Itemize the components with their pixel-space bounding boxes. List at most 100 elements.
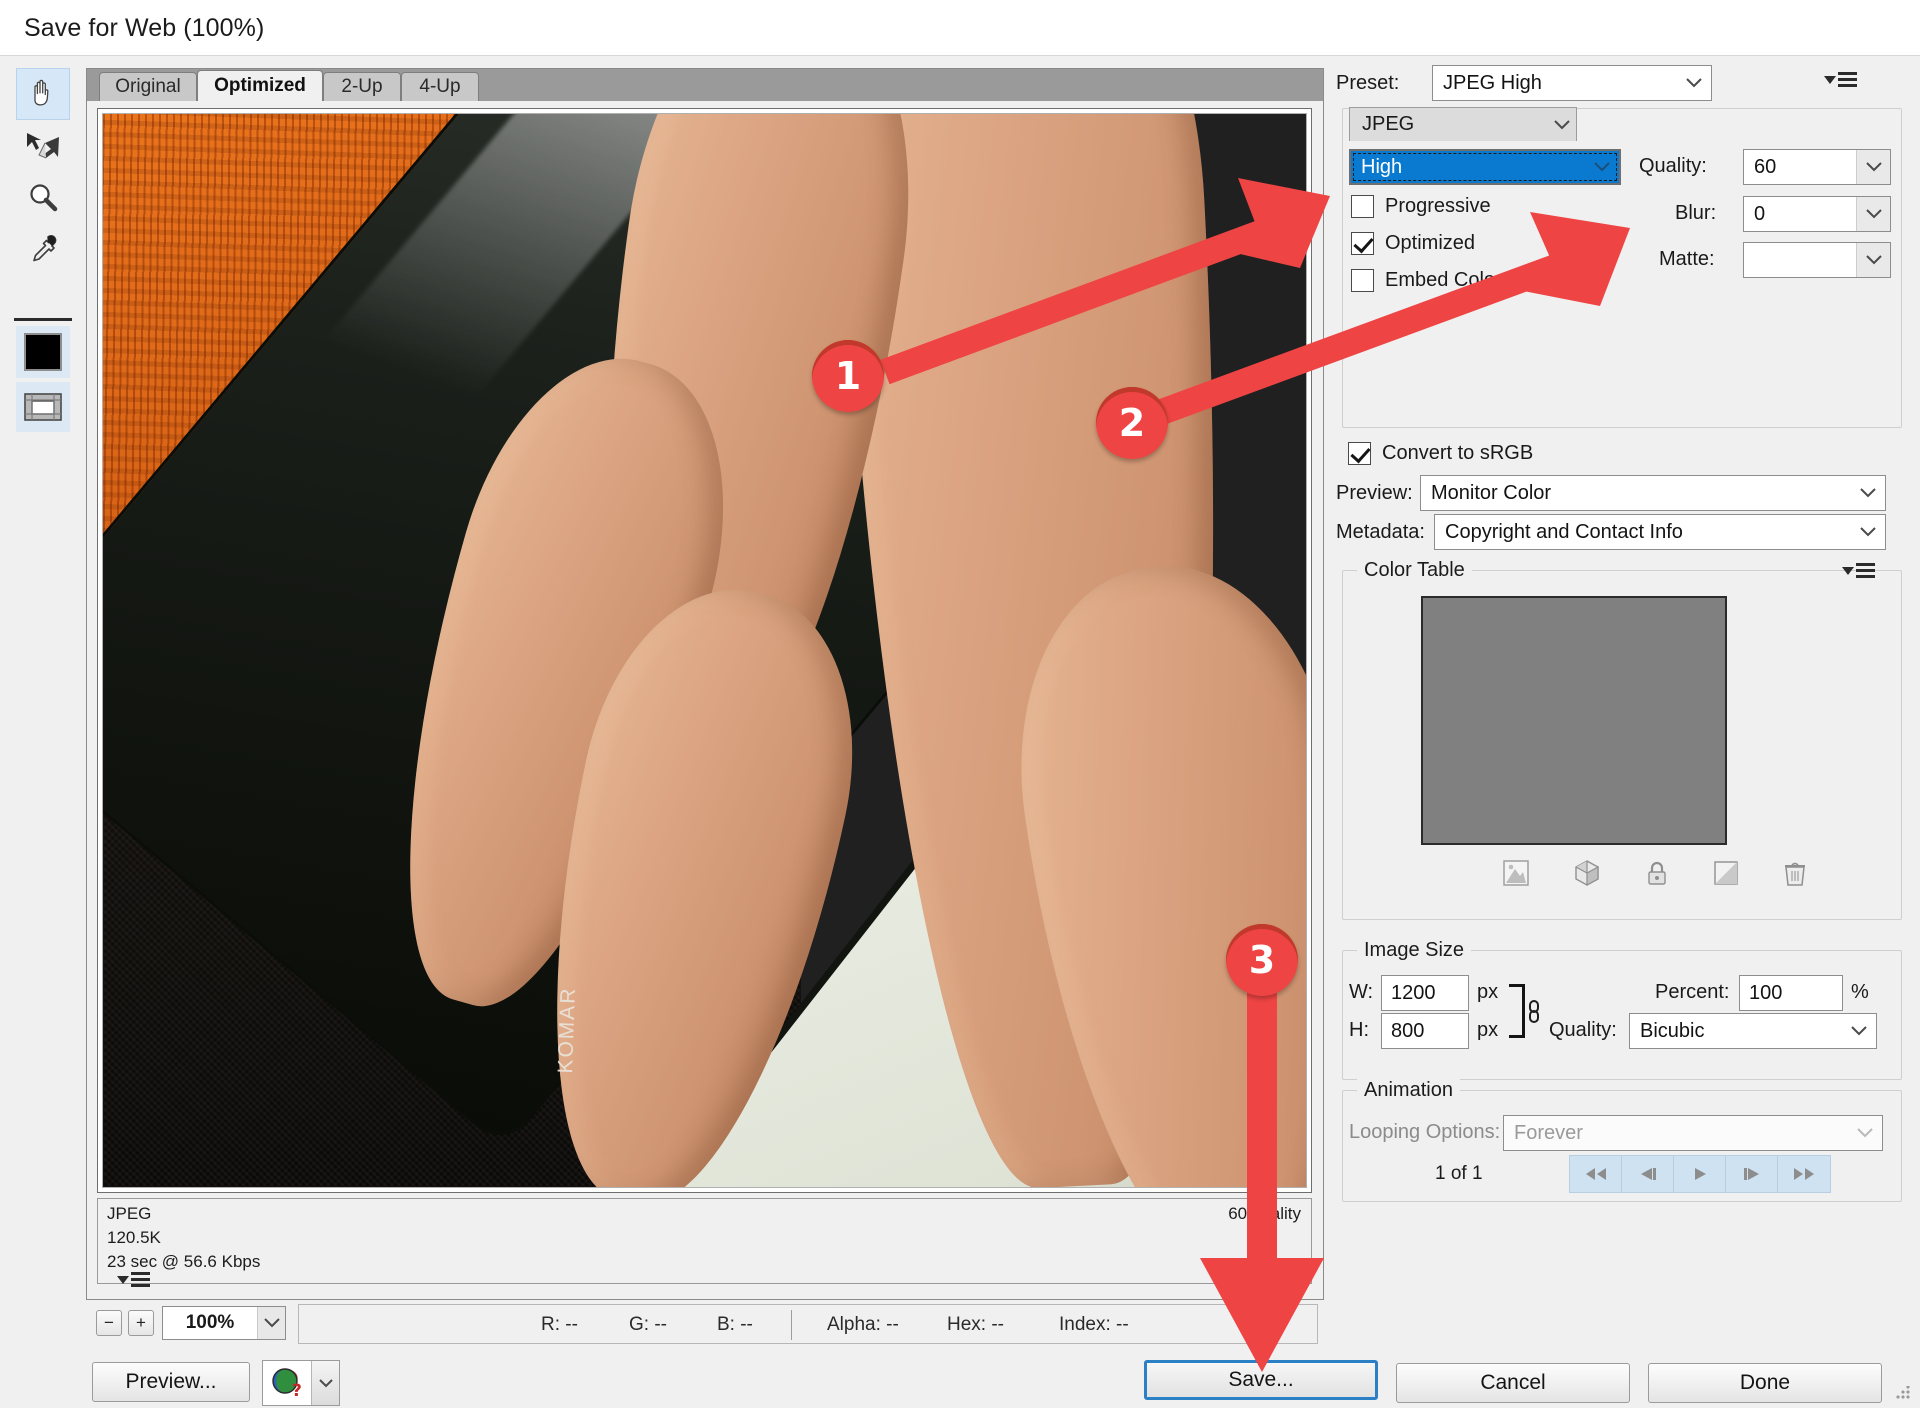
next-frame-icon[interactable] [1726,1156,1778,1192]
progressive-checkbox[interactable] [1351,195,1374,218]
link-chain-icon[interactable] [1525,999,1543,1030]
blur-value: 0 [1754,197,1856,231]
hand-tool[interactable] [16,68,70,120]
eyedropper-tool[interactable] [16,224,70,276]
blur-label: Blur: [1675,202,1716,225]
save-button[interactable]: Save... [1144,1360,1378,1400]
looping-options-label: Looping Options: [1349,1121,1500,1144]
slice-select-icon [23,129,63,163]
height-input[interactable]: 800 [1381,1013,1469,1049]
preset-value: JPEG High [1443,66,1677,100]
convert-srgb-checkbox[interactable] [1348,442,1371,465]
toggle-slices-button[interactable] [16,382,70,432]
matte-select[interactable] [1743,242,1891,278]
image-canvas-frame[interactable]: KOMAR [97,108,1312,1193]
metadata-value: Copyright and Contact Info [1445,515,1851,549]
info-format: JPEG [107,1204,151,1224]
width-label: W: [1349,981,1373,1004]
zoom-in-button[interactable]: + [128,1310,154,1336]
resample-quality-value: Bicubic [1640,1014,1842,1048]
chevron-down-icon [257,1307,285,1339]
preset-select[interactable]: JPEG High [1432,65,1712,101]
progressive-label: Progressive [1385,195,1491,218]
readout-b: B: -- [717,1314,753,1336]
quality-select[interactable]: 60 [1743,149,1891,185]
tab-optimized[interactable]: Optimized [197,70,323,101]
quality-value: 60 [1754,150,1856,184]
slice-select-tool[interactable] [16,120,70,172]
width-input[interactable]: 1200 [1381,975,1469,1011]
embed-color-profile-label: Embed Color Profile [1385,269,1564,292]
color-table-menu-icon[interactable] [1842,563,1875,578]
chevron-down-icon[interactable] [311,1361,339,1405]
tab-original[interactable]: Original [99,72,197,101]
convert-srgb-checkbox-row[interactable]: Convert to sRGB [1348,442,1533,465]
browser-preview-button[interactable]: ? [262,1360,340,1406]
chevron-down-icon [1842,1014,1876,1048]
dialog-title: Save for Web (100%) [24,14,264,43]
preview-color-select[interactable]: Monitor Color [1420,475,1886,511]
progressive-checkbox-row[interactable]: Progressive [1351,195,1491,218]
zoom-level-select[interactable]: 100% [162,1306,286,1340]
color-table-swatch[interactable] [1421,596,1727,845]
image-size-title: Image Size [1357,939,1471,962]
width-unit: px [1477,981,1498,1004]
chevron-down-icon [1848,1116,1882,1150]
info-download-time-text: 23 sec @ 56.6 Kbps [107,1252,260,1271]
last-frame-icon[interactable] [1778,1156,1830,1192]
format-options-group: JPEG High Progressive Optimized [1342,108,1902,428]
percent-input[interactable]: 100 [1739,975,1843,1011]
readout-g: G: -- [629,1314,667,1336]
info-filesize: 120.5K [107,1228,161,1248]
resize-grip[interactable] [1896,1386,1910,1400]
blur-select[interactable]: 0 [1743,196,1891,232]
embed-color-profile-checkbox-row[interactable]: Embed Color Profile [1351,269,1564,292]
trash-icon[interactable] [1783,860,1807,892]
zoom-out-button[interactable]: − [96,1310,122,1336]
chevron-down-icon [1851,515,1885,549]
photo-fabric-label: KOMAR [554,987,581,1075]
readout-alpha: Alpha: -- [827,1314,899,1336]
readout-r: R: -- [541,1314,578,1336]
optimized-image-preview: KOMAR [102,113,1307,1188]
file-format-select[interactable]: JPEG [1349,107,1577,141]
play-icon[interactable] [1674,1156,1726,1192]
settings-panel-menu-icon[interactable] [1824,72,1857,87]
new-color-icon[interactable] [1713,860,1739,891]
toolbox-divider [14,318,72,321]
first-frame-icon[interactable] [1570,1156,1622,1192]
done-button[interactable]: Done [1648,1363,1882,1403]
readout-divider [791,1310,792,1340]
tab-4up[interactable]: 4-Up [401,72,479,101]
optimized-label: Optimized [1385,232,1475,255]
compression-quality-select[interactable]: High [1349,149,1621,185]
foreground-color-swatch[interactable] [16,326,70,378]
metadata-select[interactable]: Copyright and Contact Info [1434,514,1886,550]
lock-icon[interactable] [1645,860,1669,891]
preview-button[interactable]: Preview... [92,1362,250,1402]
tab-2up[interactable]: 2-Up [323,72,401,101]
color-readouts: R: -- G: -- B: -- Alpha: -- Hex: -- Inde… [298,1304,1318,1344]
dialog-titlebar: Save for Web (100%) [0,0,1920,56]
settings-panel: Preset: JPEG High JPEG High [1336,60,1908,1348]
hand-icon [26,77,60,111]
percent-label: Percent: [1655,981,1729,1004]
animation-controls [1569,1155,1831,1193]
transparency-icon[interactable] [1503,860,1529,891]
percent-unit: % [1851,981,1869,1004]
resample-quality-select[interactable]: Bicubic [1629,1013,1877,1049]
chevron-down-icon [1856,150,1890,184]
svg-text:?: ? [292,1381,302,1400]
previous-frame-icon[interactable] [1622,1156,1674,1192]
optimized-checkbox[interactable] [1351,232,1374,255]
chevron-down-icon [1677,66,1711,100]
optimize-menu-icon[interactable] [117,1272,150,1287]
cancel-button[interactable]: Cancel [1396,1363,1630,1403]
zoom-tool[interactable] [16,172,70,224]
embed-color-profile-checkbox[interactable] [1351,269,1374,292]
web-snap-cube-icon[interactable] [1573,859,1601,892]
file-format-value: JPEG [1362,108,1414,141]
readout-index: Index: -- [1059,1314,1129,1336]
browser-globe-icon: ? [263,1361,311,1405]
optimized-checkbox-row[interactable]: Optimized [1351,232,1475,255]
